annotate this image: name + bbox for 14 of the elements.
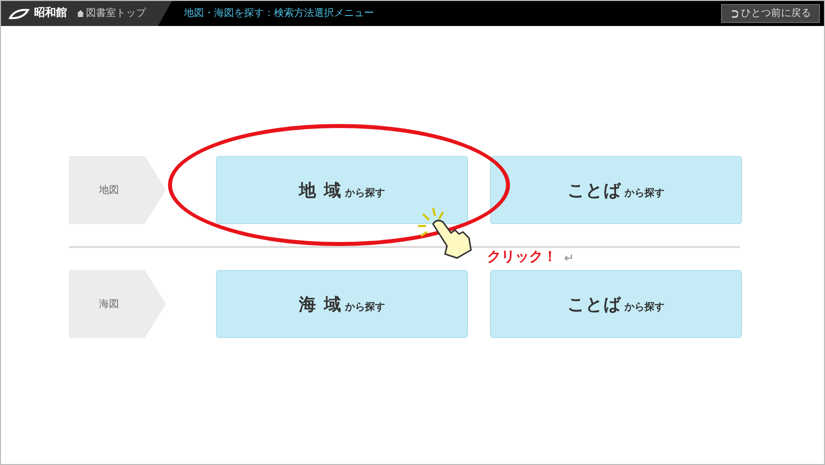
- return-mark: ↵: [564, 250, 574, 267]
- home-icon: [77, 10, 84, 17]
- logo[interactable]: 昭和館: [7, 5, 67, 22]
- search-option-button[interactable]: 海 域 から探す: [216, 270, 468, 338]
- back-button[interactable]: ひとつ前に戻る: [721, 4, 820, 23]
- category-label: 地図: [69, 156, 166, 224]
- click-annotation: クリック！: [487, 248, 557, 267]
- click-hand-icon: [415, 206, 475, 261]
- category-label: 海図: [69, 270, 166, 338]
- breadcrumb: 地図・海図を探す：検索方法選択メニュー: [184, 6, 374, 21]
- search-option-button[interactable]: ことば から探す: [490, 156, 742, 224]
- library-top-link[interactable]: 図書室トップ: [77, 6, 146, 21]
- search-option-button[interactable]: ことば から探す: [490, 270, 742, 338]
- search-option-button[interactable]: 地 域 から探す: [216, 156, 468, 224]
